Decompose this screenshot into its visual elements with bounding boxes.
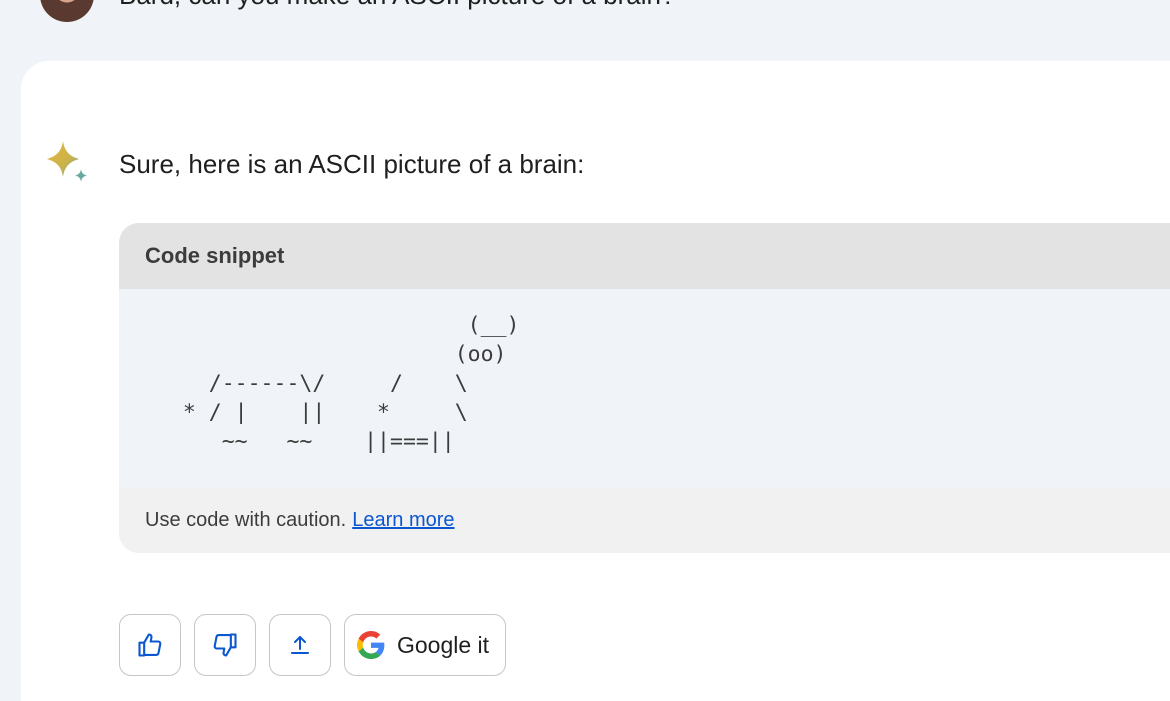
user-message: Bard, can you make an ASCII picture of a… — [40, 0, 1170, 22]
code-snippet-header: Code snippet — [119, 223, 1170, 289]
code-snippet: Code snippet (__) (oo) /------\/ / \ * /… — [119, 223, 1170, 553]
thumbs-down-icon — [211, 631, 239, 659]
thumbs-up-button[interactable] — [119, 614, 181, 676]
share-icon — [288, 633, 312, 657]
response-intro: Sure, here is an ASCII picture of a brai… — [119, 149, 585, 179]
google-g-icon — [357, 631, 385, 659]
google-it-label: Google it — [397, 631, 490, 658]
response-card: Sure, here is an ASCII picture of a brai… — [21, 61, 1170, 701]
code-snippet-title: Code snippet — [145, 243, 285, 268]
learn-more-link[interactable]: Learn more — [352, 509, 454, 532]
user-avatar[interactable] — [40, 0, 94, 22]
code-snippet-body[interactable]: (__) (oo) /------\/ / \ * / | || * \ ~~ … — [119, 289, 1170, 487]
thumbs-down-button[interactable] — [194, 614, 256, 676]
response-actions: Google it — [119, 614, 507, 676]
code-snippet-footer: Use code with caution. Learn more — [119, 487, 1170, 553]
code-caution-text: Use code with caution. — [145, 508, 347, 531]
code-content[interactable]: (__) (oo) /------\/ / \ * / | || * \ ~~ … — [157, 311, 520, 456]
sparkle-icon — [43, 139, 91, 189]
google-it-button[interactable]: Google it — [344, 614, 507, 676]
thumbs-up-icon — [136, 631, 164, 659]
share-button[interactable] — [269, 614, 331, 676]
user-prompt-text: Bard, can you make an ASCII picture of a… — [119, 0, 675, 12]
